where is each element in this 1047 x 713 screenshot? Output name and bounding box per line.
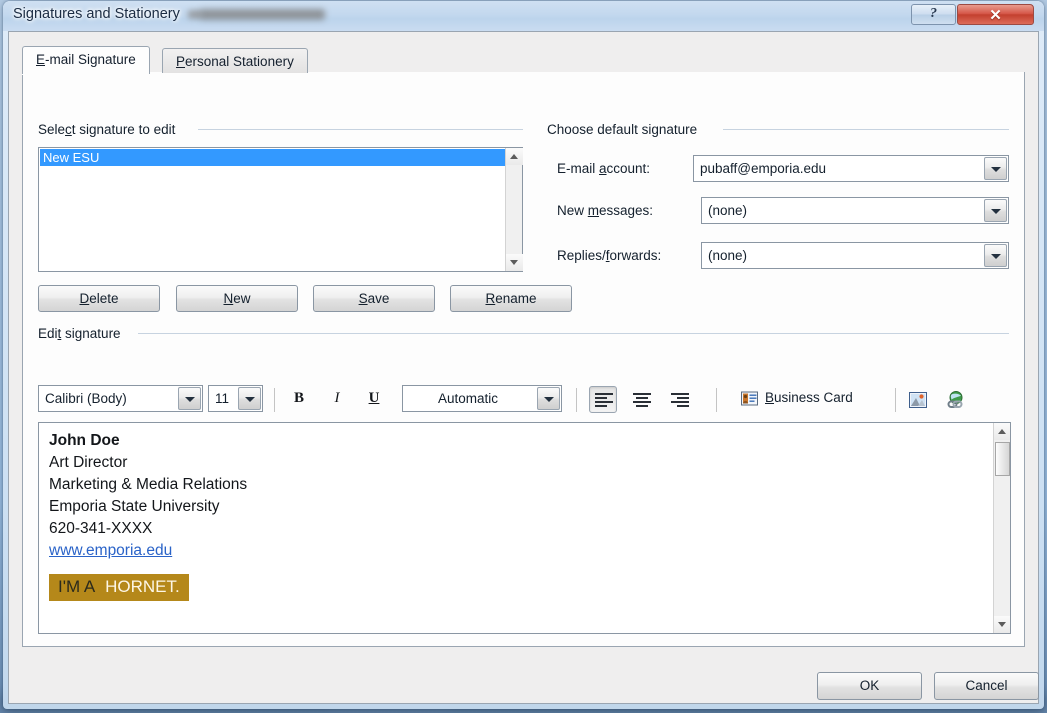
signature-line-website-link[interactable]: www.emporia.edu: [49, 540, 172, 562]
chevron-down-icon[interactable]: [537, 387, 560, 410]
hornet-banner-text-light: HORNET.: [105, 577, 180, 596]
ok-button[interactable]: OK: [817, 672, 922, 700]
new-button-label: New: [223, 291, 251, 306]
insert-hyperlink-icon: [947, 391, 963, 408]
select-signature-group-label: Select signature to edit: [38, 122, 176, 137]
tab-personal-stationery[interactable]: Personal Stationery: [162, 48, 308, 73]
edit-signature-group-label: Edit signature: [38, 326, 121, 341]
tab-email-signature-label: E-mail Signature: [36, 52, 136, 67]
signature-line-name: John Doe: [49, 432, 120, 449]
default-signature-group-line: [723, 129, 1009, 130]
signature-content[interactable]: John Doe Art Director Marketing & Media …: [49, 430, 929, 601]
chevron-down-icon[interactable]: [984, 157, 1007, 180]
insert-picture-icon: [909, 392, 927, 408]
list-item[interactable]: New ESU: [40, 149, 510, 166]
italic-button[interactable]: I: [324, 387, 350, 412]
replies-forwards-value: (none): [708, 248, 748, 263]
close-icon: ✕: [989, 7, 1002, 24]
close-button[interactable]: ✕: [957, 4, 1034, 25]
help-button[interactable]: ?: [911, 4, 956, 25]
rename-button[interactable]: Rename: [450, 285, 572, 312]
signatures-and-stationery-dialog: Signatures and Stationery ? ✕ E-mail Sig…: [3, 1, 1044, 709]
align-right-button[interactable]: [665, 386, 693, 413]
new-button[interactable]: New: [176, 285, 298, 312]
underline-button[interactable]: U: [361, 387, 387, 412]
font-size-combo[interactable]: 11: [208, 385, 263, 412]
email-account-combo[interactable]: pubaff@emporia.edu: [693, 155, 1009, 182]
replies-forwards-label: Replies/forwards:: [557, 248, 662, 263]
email-account-label: E-mail account:: [557, 161, 651, 176]
signature-line-department: Marketing & Media Relations: [49, 476, 248, 493]
delete-button-label: Delete: [79, 291, 119, 306]
chevron-down-icon[interactable]: [984, 244, 1007, 267]
window-title: Signatures and Stationery: [13, 6, 180, 22]
toolbar-separator: [576, 388, 577, 412]
font-size-value: 11: [215, 391, 230, 406]
editor-scrollbar-thumb[interactable]: [995, 442, 1010, 476]
replies-forwards-combo[interactable]: (none): [701, 242, 1009, 269]
toolbar-separator: [895, 388, 896, 412]
signature-list-scrollbar[interactable]: [505, 148, 523, 271]
cancel-button-label: Cancel: [965, 678, 1008, 693]
business-card-icon: [741, 391, 758, 406]
chevron-down-icon[interactable]: [984, 199, 1007, 222]
select-signature-group-line: [198, 129, 523, 130]
default-signature-group-label: Choose default signature: [547, 122, 698, 137]
cancel-button[interactable]: Cancel: [934, 672, 1039, 700]
align-left-icon: [595, 393, 613, 407]
signature-line-phone: 620-341-XXXX: [49, 520, 153, 537]
signature-editor[interactable]: John Doe Art Director Marketing & Media …: [38, 422, 1011, 634]
editor-scrollbar[interactable]: [993, 423, 1010, 633]
align-left-button[interactable]: [589, 386, 617, 413]
toolbar-separator: [716, 388, 717, 412]
dialog-client-area: E-mail Signature Personal Stationery Sel…: [8, 31, 1039, 704]
underline-icon: U: [368, 390, 380, 406]
new-messages-combo[interactable]: (none): [701, 197, 1009, 224]
help-icon: ?: [930, 6, 937, 21]
font-family-combo[interactable]: Calibri (Body): [38, 385, 203, 412]
scroll-down-icon[interactable]: [994, 616, 1010, 633]
tab-email-signature[interactable]: E-mail Signature: [22, 46, 150, 74]
scroll-up-icon[interactable]: [994, 423, 1010, 440]
delete-button[interactable]: Delete: [38, 285, 160, 312]
align-right-icon: [671, 393, 689, 407]
hornet-banner-image: I'M A HORNET.: [49, 574, 189, 601]
rename-button-label: Rename: [485, 291, 537, 306]
signature-line-organization: Emporia State University: [49, 498, 220, 515]
scroll-down-icon[interactable]: [506, 254, 523, 271]
font-family-value: Calibri (Body): [45, 391, 127, 406]
signature-line-title: Art Director: [49, 454, 128, 471]
email-account-value: pubaff@emporia.edu: [700, 161, 827, 176]
business-card-label: Business Card: [765, 390, 853, 405]
insert-picture-button[interactable]: [904, 386, 930, 412]
align-center-icon: [633, 393, 651, 407]
font-color-value: Automatic: [437, 391, 499, 406]
email-signature-panel: Select signature to edit New ESU Delete …: [22, 72, 1025, 647]
scroll-up-icon[interactable]: [506, 148, 523, 165]
font-color-combo[interactable]: Automatic: [402, 385, 562, 412]
title-bar[interactable]: Signatures and Stationery ? ✕: [3, 1, 1044, 31]
tab-strip: E-mail Signature Personal Stationery: [22, 46, 1025, 74]
chevron-down-icon[interactable]: [238, 387, 261, 410]
bold-icon: B: [293, 390, 304, 406]
formatting-toolbar: Calibri (Body) 11 B I U Automatic Busine…: [38, 385, 1011, 415]
insert-hyperlink-button[interactable]: [941, 386, 967, 412]
italic-icon: I: [334, 390, 340, 406]
save-button[interactable]: Save: [313, 285, 435, 312]
signature-list[interactable]: New ESU: [38, 147, 523, 272]
align-center-button[interactable]: [627, 386, 655, 413]
new-messages-value: (none): [708, 203, 748, 218]
save-button-label: Save: [358, 291, 390, 306]
hornet-banner-text-dark: I'M A: [58, 577, 95, 596]
tab-personal-stationery-label: Personal Stationery: [176, 54, 294, 69]
chevron-down-icon[interactable]: [178, 387, 201, 410]
new-messages-label: New messages:: [557, 203, 654, 218]
title-bar-background-blur: [200, 9, 325, 20]
bold-button[interactable]: B: [286, 387, 312, 412]
edit-signature-group-line: [138, 333, 1009, 334]
ok-button-label: OK: [859, 678, 880, 693]
toolbar-separator: [274, 388, 275, 412]
